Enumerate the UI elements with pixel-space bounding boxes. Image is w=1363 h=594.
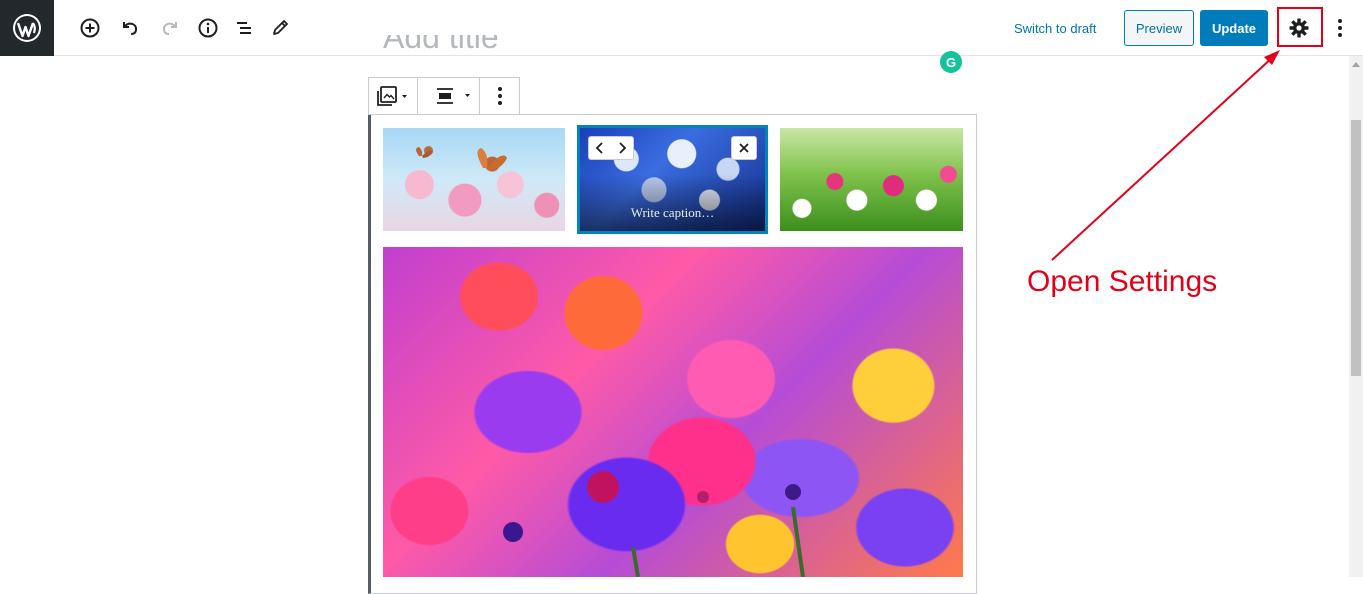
scroll-up-arrow-icon[interactable] xyxy=(1352,62,1360,67)
scrollbar-thumb[interactable] xyxy=(1351,120,1361,376)
annotation-open-settings-label: Open Settings xyxy=(1027,265,1218,298)
